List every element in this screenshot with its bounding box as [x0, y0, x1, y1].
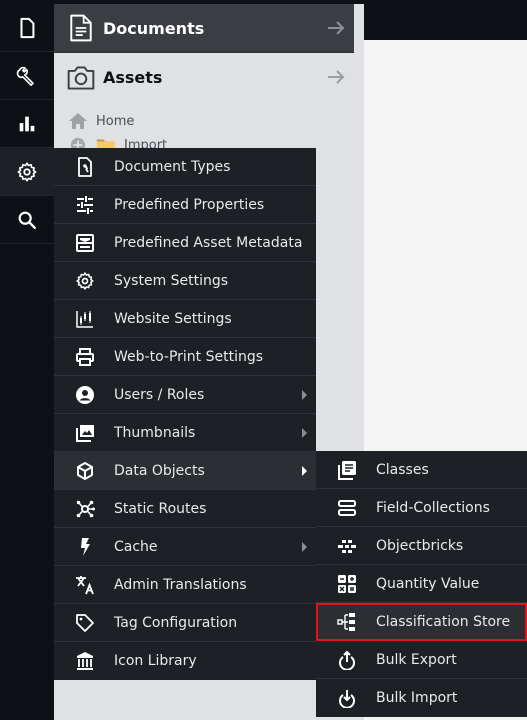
menu-item-cache[interactable]: Cache: [54, 528, 316, 566]
menu-item-label: Icon Library: [114, 653, 197, 669]
submenu-arrow-icon: [302, 390, 307, 400]
network-hub-icon: [74, 498, 96, 520]
menu-item-label: Predefined Properties: [114, 196, 265, 213]
menu-item-label: Static Routes: [114, 500, 207, 517]
assets-panel-title: Assets: [103, 68, 163, 87]
app-root: Documents Assets Home Import Document Ty…: [0, 0, 527, 720]
images-icon: [74, 422, 96, 444]
cube-icon: [74, 460, 96, 482]
menu-item-admin-translations[interactable]: Admin Translations: [54, 566, 316, 604]
candlestick-chart-icon: [74, 308, 96, 330]
menu-item-label: Users / Roles: [114, 386, 205, 403]
calculator-icon: [336, 573, 358, 595]
menu-item-website-settings[interactable]: Website Settings: [54, 300, 316, 338]
classes-icon: [336, 459, 358, 481]
menu-item-users-roles[interactable]: Users / Roles: [54, 376, 316, 414]
menu-item-tag-configuration[interactable]: Tag Configuration: [54, 604, 316, 642]
menu-item-label: Thumbnails: [114, 424, 196, 441]
menu-item-label: System Settings: [114, 272, 229, 289]
submenu-item-quantity-value[interactable]: Quantity Value: [316, 565, 527, 603]
bricks-icon: [336, 535, 358, 557]
top-bar-right: [364, 0, 527, 40]
sliders-icon: [74, 194, 96, 216]
submenu-arrow-icon: [302, 428, 307, 438]
printer-icon: [74, 346, 96, 368]
lightning-icon: [74, 536, 96, 558]
submenu-item-bulk-export[interactable]: Bulk Export: [316, 641, 527, 679]
menu-item-label: Predefined Asset Metadata: [114, 234, 303, 251]
camera-icon: [64, 61, 98, 95]
menu-item-label: Objectbricks: [376, 537, 464, 554]
power-down-icon: [336, 687, 358, 709]
tree-node-label: Home: [96, 113, 135, 129]
bank-icon: [74, 650, 96, 672]
wrench-icon: [16, 66, 34, 86]
menu-item-label: Classes: [376, 461, 429, 478]
data-objects-submenu: Classes Field-Collections Objectbricks Q…: [316, 451, 527, 717]
menu-item-label: Data Objects: [114, 462, 205, 479]
bar-chart-icon: [19, 116, 35, 131]
submenu-item-field-collections[interactable]: Field-Collections: [316, 489, 527, 527]
settings-menu: Document Types Predefined Properties Pre…: [54, 148, 316, 680]
hierarchy-icon: [336, 611, 358, 633]
menu-item-label: Tag Configuration: [114, 614, 238, 631]
document-icon: [20, 17, 35, 38]
menu-item-system-settings[interactable]: System Settings: [54, 262, 316, 300]
arrow-right-icon[interactable]: [326, 67, 346, 87]
field-collections-icon: [336, 497, 358, 519]
assets-panel-header[interactable]: Assets: [54, 53, 354, 102]
search-icon: [18, 211, 36, 229]
menu-item-predefined-properties[interactable]: Predefined Properties: [54, 186, 316, 224]
menu-item-label: Quantity Value: [376, 575, 480, 592]
documents-panel-header[interactable]: Documents: [54, 4, 354, 53]
menu-item-document-types[interactable]: Document Types: [54, 148, 316, 186]
tag-icon: [74, 612, 96, 634]
submenu-arrow-icon: [302, 466, 307, 476]
main-navigation-bar: [0, 0, 54, 720]
menu-item-label: Web-to-Print Settings: [114, 348, 264, 365]
menu-item-label: Cache: [114, 538, 158, 555]
submenu-arrow-icon: [302, 542, 307, 552]
gear-icon: [17, 161, 37, 182]
menu-item-data-objects[interactable]: Data Objects: [54, 452, 316, 490]
nav-tools-button[interactable]: [0, 52, 54, 100]
menu-item-label: Field-Collections: [376, 499, 490, 516]
nav-settings-button[interactable]: [0, 148, 54, 196]
menu-item-web-to-print-settings[interactable]: Web-to-Print Settings: [54, 338, 316, 376]
submenu-item-bulk-import[interactable]: Bulk Import: [316, 679, 527, 717]
translate-icon: [74, 574, 96, 596]
nav-marketing-button[interactable]: [0, 100, 54, 148]
gear-icon: [74, 270, 96, 292]
menu-item-label: Website Settings: [114, 310, 232, 327]
menu-item-label: Bulk Import: [376, 690, 458, 706]
document-icon: [64, 11, 98, 45]
menu-item-predefined-asset-metadata[interactable]: Predefined Asset Metadata: [54, 224, 316, 262]
menu-item-label: Admin Translations: [114, 576, 247, 593]
menu-item-icon-library[interactable]: Icon Library: [54, 642, 316, 680]
nav-documents-button[interactable]: [0, 4, 54, 52]
documents-panel-title: Documents: [103, 18, 205, 38]
home-icon: [68, 112, 88, 130]
menu-item-label: Classification Store: [376, 613, 511, 630]
arrow-right-icon[interactable]: [326, 18, 346, 38]
metadata-icon: [74, 232, 96, 254]
submenu-item-classification-store[interactable]: Classification Store: [316, 603, 527, 641]
power-up-icon: [336, 649, 358, 671]
menu-item-static-routes[interactable]: Static Routes: [54, 490, 316, 528]
nav-search-button[interactable]: [0, 196, 54, 244]
submenu-item-classes[interactable]: Classes: [316, 451, 527, 489]
menu-item-label: Bulk Export: [376, 651, 457, 668]
menu-item-label: Document Types: [114, 158, 231, 175]
tree-node-home[interactable]: Home: [68, 112, 134, 130]
document-wrench-icon: [74, 156, 96, 178]
submenu-item-objectbricks[interactable]: Objectbricks: [316, 527, 527, 565]
menu-item-thumbnails[interactable]: Thumbnails: [54, 414, 316, 452]
user-circle-icon: [74, 384, 96, 406]
